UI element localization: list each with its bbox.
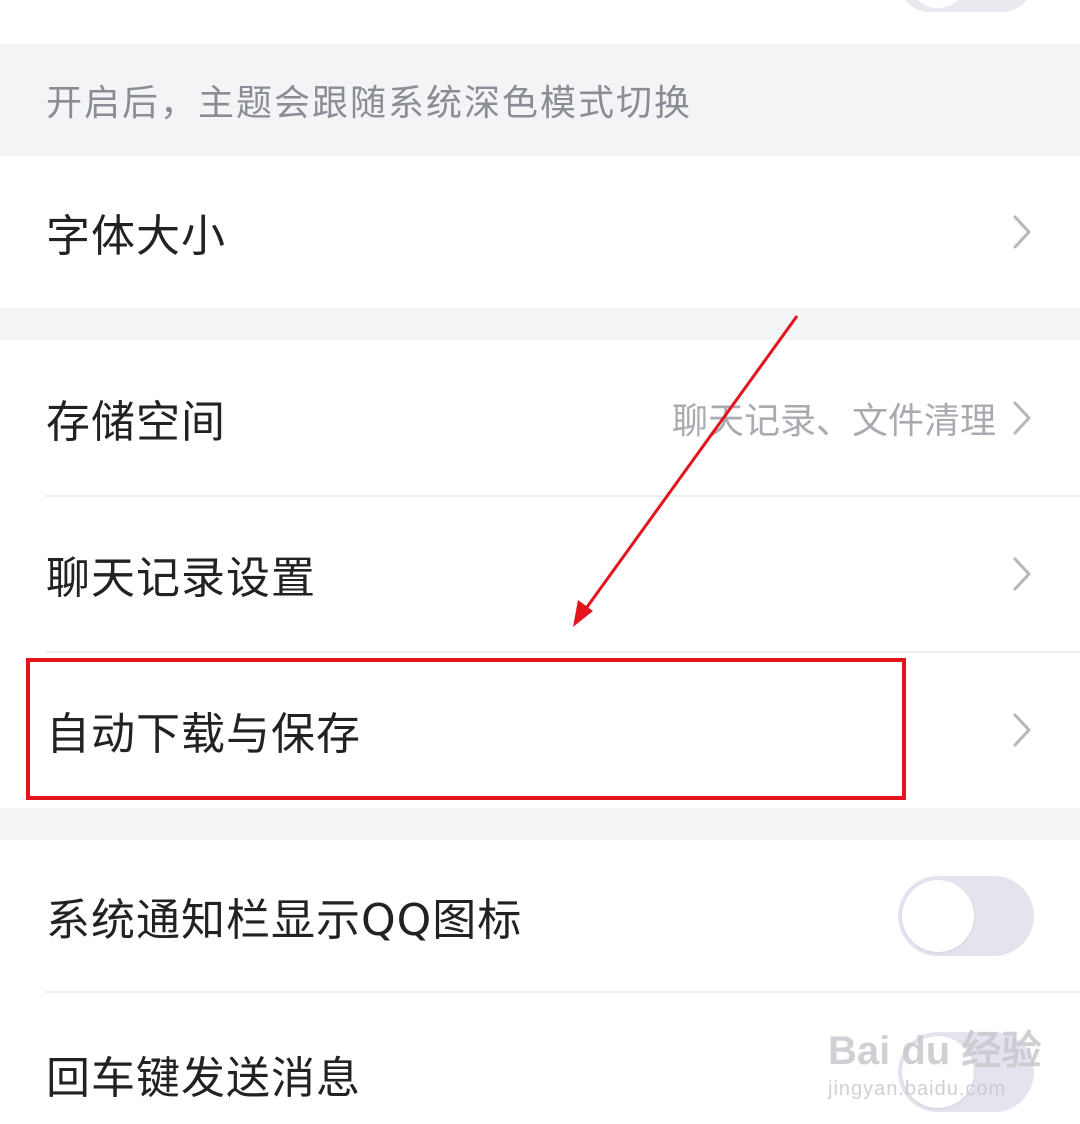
notify-icon-toggle[interactable]	[898, 876, 1034, 956]
section-gap	[0, 308, 1080, 340]
watermark-main: Bai du 经验	[828, 1029, 1042, 1073]
font-size-row[interactable]: 字体大小	[0, 156, 1080, 308]
settings-page: 开启后，主题会跟随系统深色模式切换 字体大小 存储空间 聊天记录、文件清理 聊天…	[0, 0, 1080, 1124]
toggle-knob	[908, 0, 968, 8]
theme-hint-text: 开启后，主题会跟随系统深色模式切换	[46, 83, 693, 124]
hint-section: 开启后，主题会跟随系统深色模式切换	[0, 44, 1080, 156]
chevron-right-icon	[1013, 713, 1031, 747]
storage-value: 聊天记录、文件清理	[671, 401, 996, 442]
watermark-sub: jingyan.baidu.com	[828, 1078, 1007, 1100]
annotation-highlight-box	[26, 658, 906, 800]
top-partial-card	[0, 0, 1080, 44]
chevron-right-icon	[1013, 557, 1031, 591]
font-size-label: 字体大小	[46, 211, 226, 262]
notify-icon-row: 系统通知栏显示QQ图标	[0, 840, 1080, 992]
font-size-card: 字体大小	[0, 156, 1080, 308]
baidu-watermark: Bai du 经验 jingyan.baidu.com	[828, 1018, 1041, 1101]
chat-history-label: 聊天记录设置	[46, 553, 316, 604]
section-gap	[0, 808, 1080, 840]
notify-icon-label: 系统通知栏显示QQ图标	[46, 895, 523, 946]
storage-row[interactable]: 存储空间 聊天记录、文件清理	[0, 340, 1080, 496]
toggle-knob	[902, 880, 974, 952]
chevron-right-icon	[1013, 215, 1031, 249]
chat-history-row[interactable]: 聊天记录设置	[0, 496, 1080, 652]
chevron-right-icon	[1013, 401, 1031, 435]
dark-mode-toggle[interactable]	[898, 0, 1034, 12]
storage-label: 存储空间	[46, 397, 226, 448]
enter-send-label: 回车键发送消息	[46, 1053, 361, 1104]
